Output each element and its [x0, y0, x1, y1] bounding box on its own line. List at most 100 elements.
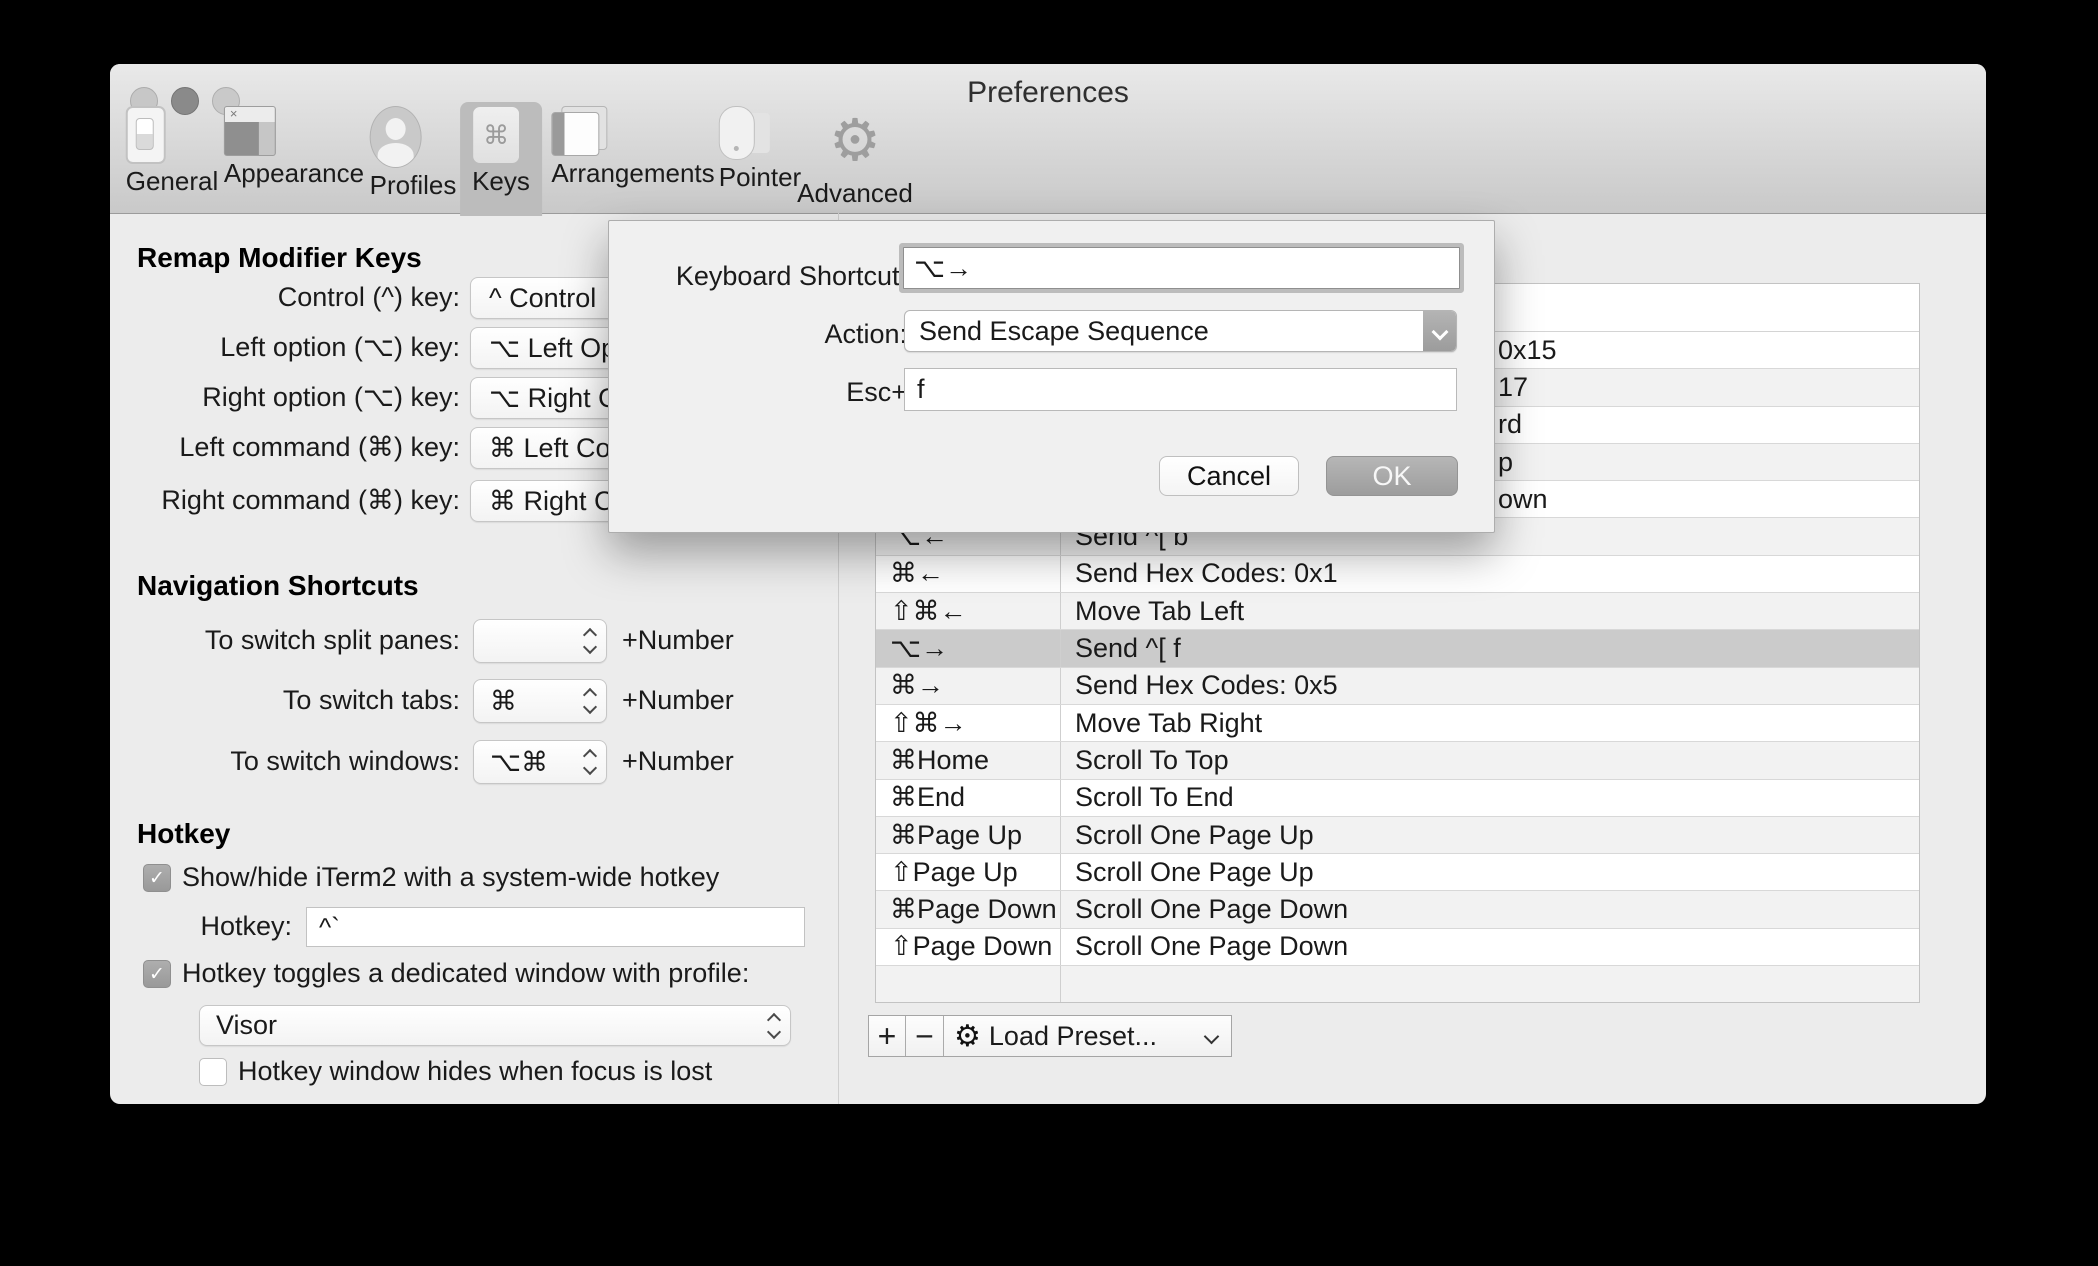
table-row[interactable]: ⇧⌘→ Move Tab Right [876, 704, 1919, 743]
general-icon [125, 106, 166, 164]
stepper-arrows-icon [582, 627, 598, 655]
remap-heading: Remap Modifier Keys [137, 242, 422, 273]
keyboard-shortcut-input[interactable]: ⌥→ [903, 247, 1460, 289]
remap-row-label: Right option (⌥) key: [202, 382, 460, 412]
navigation-modifier-value: ⌥⌘ [490, 746, 549, 777]
table-row[interactable]: ⌘Page Up Scroll One Page Up [876, 816, 1919, 855]
dedicated-window-checkbox[interactable] [143, 960, 171, 988]
toolbar-item-label: Advanced [797, 178, 913, 208]
hides-focus-checkbox[interactable] [199, 1058, 227, 1086]
hotkey-input-value: ^` [319, 911, 340, 942]
navigation-modifier-select[interactable]: ⌘ [473, 679, 607, 723]
action-cell: Scroll To Top [1075, 744, 1229, 775]
navigation-row-label: To switch tabs: [282, 685, 460, 715]
action-cell: Scroll One Page Down [1075, 894, 1349, 925]
action-cell: Send Hex Codes: 0x5 [1075, 670, 1338, 701]
hotkey-field-label: Hotkey: [200, 911, 292, 941]
toolbar-item-advanced[interactable]: Advanced [785, 102, 925, 214]
key-combination-cell: ⌥→ [876, 630, 1061, 667]
toolbar-item-appearance[interactable]: Appearance [212, 102, 376, 214]
key-combination-cell: ⇧Page Down [876, 928, 1061, 966]
table-row[interactable]: ⌘← Send Hex Codes: 0x1 [876, 555, 1919, 594]
table-row[interactable]: ⌘Home Scroll To Top [876, 742, 1919, 780]
keyboard-shortcut-value: ⌥→ [914, 252, 973, 283]
cancel-button[interactable]: Cancel [1159, 456, 1299, 496]
load-preset-button[interactable]: ⚙ Load Preset... [944, 1016, 1231, 1056]
plus-number-label: +Number [622, 625, 734, 655]
key-combination-cell: ⇧⌘← [876, 593, 1061, 630]
remap-row-label: Control (^) key: [277, 282, 460, 312]
ok-button[interactable]: OK [1326, 456, 1458, 496]
navigation-row-label: To switch split panes: [204, 625, 460, 655]
navigation-row-label: To switch windows: [230, 746, 460, 776]
key-combination-cell: ⌘Home [876, 742, 1061, 779]
toolbar-item-label: Appearance [223, 158, 365, 188]
key-combination-cell: ⌘Page Down [876, 891, 1061, 928]
table-row[interactable] [876, 966, 1919, 1002]
toolbar-item-arrangements[interactable]: Arrangements [539, 102, 726, 214]
key-combination-cell: ⌘End [876, 779, 1061, 816]
load-preset-label: Load Preset... [988, 1020, 1158, 1051]
table-row[interactable]: ⇧Page Up Scroll One Page Up [876, 854, 1919, 892]
dedicated-window-label: Hotkey toggles a dedicated window with p… [182, 958, 750, 988]
hotkey-input[interactable]: ^` [306, 907, 805, 947]
remove-key-mapping-button[interactable]: − [906, 1016, 944, 1056]
action-cell: Move Tab Left [1075, 595, 1245, 626]
hides-focus-label: Hotkey window hides when focus is lost [238, 1056, 713, 1086]
stepper-arrows-icon [582, 748, 598, 776]
action-cell: Scroll One Page Down [1075, 931, 1349, 962]
key-combination-cell: ⇧Page Up [876, 854, 1061, 891]
keys-icon [472, 106, 521, 164]
table-row[interactable]: ⌘→ Send Hex Codes: 0x5 [876, 667, 1919, 705]
toolbar-item-label: General [125, 166, 219, 196]
appearance-icon [223, 106, 276, 156]
action-select[interactable]: Send Escape Sequence [904, 310, 1457, 352]
toolbar-item-label: Profiles [369, 170, 457, 200]
remap-row-label: Left command (⌘) key: [179, 432, 460, 462]
remap-row-label: Right command (⌘) key: [161, 485, 460, 515]
profile-select[interactable]: Visor [199, 1005, 791, 1046]
toolbar-item-keys[interactable]: Keys [460, 102, 542, 216]
key-table-controls: + − ⚙ Load Preset... [868, 1015, 1232, 1057]
action-cell: Scroll To End [1075, 782, 1234, 813]
action-cell: Send ^[ f [1075, 633, 1181, 664]
action-label: Action: [824, 319, 907, 349]
toolbar-item-label: Keys [472, 166, 530, 196]
popup-chevron-icon [1423, 311, 1456, 351]
table-row[interactable]: ⌘End Scroll To End [876, 779, 1919, 817]
esc-sequence-value: f [917, 374, 925, 404]
pointer-icon [718, 106, 770, 160]
key-combination-cell: ⌘Page Up [876, 816, 1061, 854]
keyboard-shortcut-label: Keyboard Shortcut: [675, 261, 907, 291]
key-combination-cell: ⌘→ [876, 667, 1061, 704]
table-row[interactable]: ⇧Page Down Scroll One Page Down [876, 928, 1919, 967]
toolbar-item-label: Arrangements [551, 158, 715, 188]
esc-sequence-input[interactable]: f [904, 368, 1457, 411]
navigation-modifier-value: ⌘ [490, 685, 517, 716]
table-row[interactable]: ⇧⌘← Move Tab Left [876, 593, 1919, 631]
action-cell: Move Tab Right [1075, 707, 1263, 738]
key-combination-cell: ⇧⌘→ [876, 704, 1061, 742]
action-cell [1061, 966, 1919, 1002]
advanced-icon [797, 106, 913, 176]
navigation-modifier-select[interactable]: ⌥⌘ [473, 740, 607, 784]
table-row[interactable]: ⌥→ Send ^[ f [876, 630, 1919, 668]
plus-number-label: +Number [622, 746, 734, 776]
navigation-modifier-select[interactable] [473, 619, 607, 663]
show-hide-hotkey-checkbox[interactable] [143, 864, 171, 892]
profile-select-value: Visor [216, 1010, 278, 1040]
table-row[interactable]: ⌘Page Down Scroll One Page Down [876, 891, 1919, 929]
toolbar-item-profiles[interactable]: Profiles [358, 102, 469, 214]
action-select-value: Send Escape Sequence [919, 315, 1209, 346]
edit-key-mapping-dialog: Keyboard Shortcut: ⌥→ Action: Send Escap… [608, 220, 1495, 533]
gear-icon: ⚙ [954, 1019, 981, 1053]
navigation-heading: Navigation Shortcuts [137, 570, 419, 601]
key-combination-cell: ⌘← [876, 555, 1061, 593]
hotkey-heading: Hotkey [137, 818, 231, 849]
esc-label: Esc+ [846, 377, 907, 407]
action-cell: Send Hex Codes: 0x1 [1075, 558, 1338, 589]
add-key-mapping-button[interactable]: + [869, 1016, 906, 1056]
plus-number-label: +Number [622, 685, 734, 715]
show-hide-hotkey-label: Show/hide iTerm2 with a system-wide hotk… [182, 862, 720, 892]
profiles-icon [369, 106, 422, 168]
